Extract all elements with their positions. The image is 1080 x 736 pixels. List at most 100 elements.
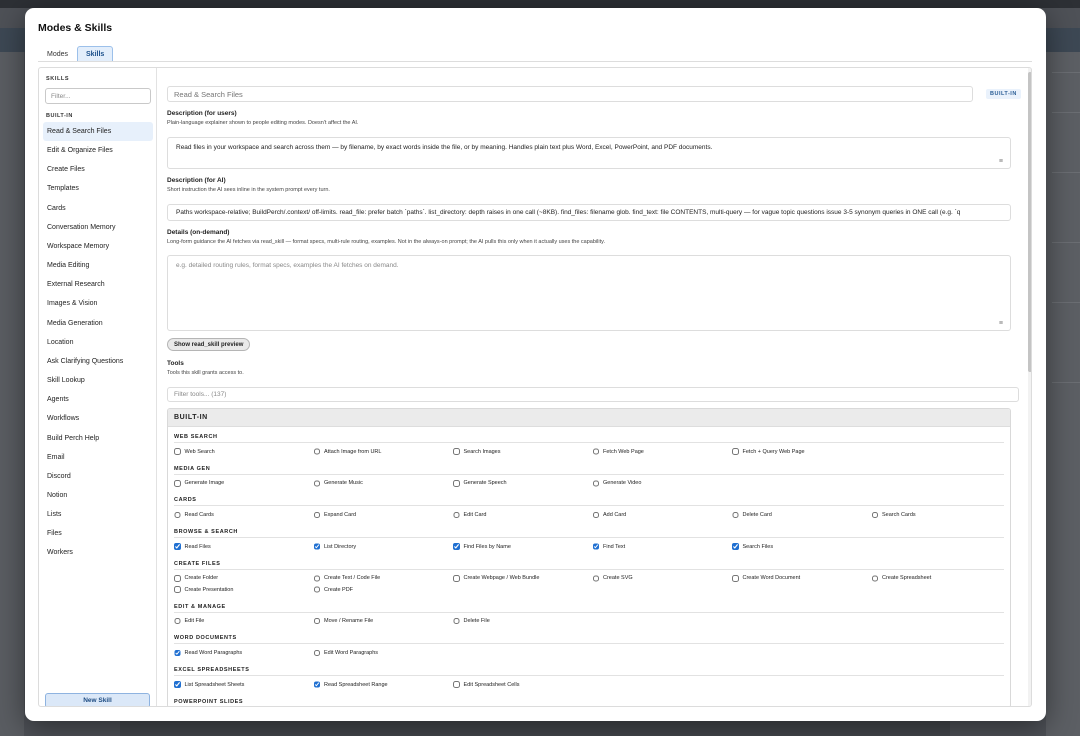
tool-checkbox[interactable] [592,575,599,582]
sidebar-item[interactable]: Ask Clarifying Questions [43,352,153,371]
tool-checkbox[interactable] [174,586,181,593]
tool-checkbox-item[interactable]: Create Text / Code File [313,573,454,584]
tool-checkbox-item[interactable]: Search Files [732,541,872,552]
tool-checkbox[interactable] [174,649,181,657]
desc-ai-input[interactable]: Paths workspace-relative; BuildPerch/.co… [167,204,1011,221]
sidebar-item[interactable]: Email [43,448,153,467]
tab-skills[interactable]: Skills [77,46,114,62]
tool-checkbox[interactable] [453,480,460,487]
tool-checkbox-item[interactable]: Delete Card [732,509,872,520]
show-read-skill-preview-button[interactable]: Show read_skill preview [167,338,251,351]
tool-checkbox-item[interactable]: Read Spreadsheet Range [313,679,454,690]
sidebar-item[interactable]: Media Generation [43,314,153,333]
tool-checkbox-item[interactable]: Search Cards [871,509,1011,520]
editor-scrollbar[interactable] [1028,68,1031,706]
tab-modes[interactable]: Modes [38,46,77,62]
tool-checkbox[interactable] [453,681,460,688]
tool-checkbox-item[interactable]: Create Word Document [732,573,872,584]
tool-checkbox-item[interactable]: Create SVG [592,573,733,584]
sidebar-item[interactable]: Images & Vision [43,294,153,313]
tool-checkbox-item[interactable]: Read Word Paragraphs [174,647,314,658]
tool-checkbox-item[interactable]: Search Images [453,446,593,457]
details-textarea[interactable]: e.g. detailed routing rules, format spec… [167,255,1011,331]
tool-checkbox[interactable] [174,448,181,455]
tool-checkbox-item[interactable]: Find Text [592,541,733,552]
scrollbar-thumb[interactable] [1028,72,1031,372]
sidebar-item[interactable]: Location [43,333,153,352]
tool-checkbox-item[interactable]: Find Files by Name [453,541,593,552]
sidebar-item[interactable]: Skill Lookup [43,371,153,390]
tool-checkbox-item[interactable]: Create Webpage / Web Bundle [453,573,593,584]
sidebar-item[interactable]: Edit & Organize Files [43,141,153,160]
tool-checkbox[interactable] [871,575,878,582]
tool-checkbox[interactable] [174,617,181,625]
tool-checkbox[interactable] [453,448,460,455]
tool-checkbox-item[interactable]: Read Cards [174,509,314,520]
tool-checkbox-item[interactable]: Expand Card [313,509,454,520]
tool-checkbox[interactable] [453,543,460,550]
tool-checkbox[interactable] [313,448,320,455]
tool-checkbox-item[interactable]: Fetch Web Page [592,446,733,457]
tool-checkbox-item[interactable]: Generate Speech [453,478,593,489]
tool-checkbox-item[interactable]: Fetch + Query Web Page [732,446,872,457]
tool-checkbox[interactable] [732,448,739,455]
tool-checkbox-item[interactable]: Move / Rename File [313,616,454,627]
tool-checkbox-item[interactable]: Create Folder [174,573,314,584]
tool-checkbox-item[interactable]: Web Search [174,446,314,457]
tool-checkbox-item[interactable]: Generate Video [592,478,733,489]
tool-checkbox-item[interactable]: Add Card [592,509,733,520]
tool-checkbox[interactable] [313,649,320,657]
tool-checkbox-item[interactable]: Create Presentation [174,584,314,595]
tool-checkbox-item[interactable]: Generate Music [313,478,454,489]
tool-checkbox[interactable] [453,511,460,519]
tool-checkbox[interactable] [592,480,599,487]
tool-checkbox[interactable] [174,575,181,582]
tool-checkbox-item[interactable]: List Spreadsheet Sheets [174,679,314,690]
sidebar-item[interactable]: Read & Search Files [43,122,153,142]
tool-checkbox[interactable] [453,575,460,582]
tool-checkbox-item[interactable]: Create Spreadsheet [871,573,1011,584]
tool-checkbox-item[interactable]: Edit Word Paragraphs [313,647,454,658]
tool-checkbox[interactable] [313,617,320,625]
resize-handle-icon[interactable]: ≡ [999,158,1003,165]
sidebar-item[interactable]: Workspace Memory [43,237,153,256]
skill-name-input[interactable] [167,86,973,102]
tool-checkbox[interactable] [313,511,320,519]
tool-checkbox[interactable] [174,543,181,550]
sidebar-item[interactable]: External Research [43,275,153,294]
tool-checkbox-item[interactable]: List Directory [313,541,454,552]
sidebar-item[interactable]: Build Perch Help [43,429,153,448]
sidebar-item[interactable]: Create Files [43,160,153,179]
sidebar-item[interactable]: Notion [43,486,153,505]
tool-checkbox-item[interactable]: Delete File [453,616,593,627]
tool-checkbox[interactable] [732,575,739,582]
tool-checkbox-item[interactable]: Create PDF [313,584,454,595]
tool-checkbox[interactable] [174,511,181,519]
sidebar-item[interactable]: Discord [43,467,153,486]
sidebar-item[interactable]: Lists [43,505,153,524]
sidebar-item[interactable]: Templates [43,179,153,198]
resize-handle-icon[interactable]: ≡ [999,320,1003,327]
skills-filter-input[interactable] [45,88,151,104]
sidebar-item[interactable]: Workers [43,543,153,562]
tool-checkbox[interactable] [871,511,878,519]
sidebar-item[interactable]: Cards [43,199,153,218]
desc-users-textarea[interactable]: Read files in your workspace and search … [167,137,1011,169]
tool-checkbox[interactable] [732,511,739,519]
tool-checkbox-item[interactable]: Edit File [174,616,314,627]
tool-checkbox[interactable] [313,543,320,550]
tool-checkbox[interactable] [592,448,599,455]
sidebar-item[interactable]: Media Editing [43,256,153,275]
sidebar-item[interactable]: Agents [43,390,153,409]
tool-checkbox[interactable] [174,480,181,487]
tool-checkbox-item[interactable]: Attach Image from URL [313,446,454,457]
tool-checkbox-item[interactable]: Generate Image [174,478,314,489]
tool-checkbox-item[interactable]: Read Files [174,541,314,552]
tool-checkbox[interactable] [453,617,460,625]
tools-filter-input[interactable] [167,387,1019,402]
tool-checkbox[interactable] [313,575,320,582]
sidebar-item[interactable]: Workflows [43,409,153,428]
tool-checkbox[interactable] [313,681,320,688]
sidebar-item[interactable]: Conversation Memory [43,218,153,237]
tool-checkbox[interactable] [313,586,320,593]
